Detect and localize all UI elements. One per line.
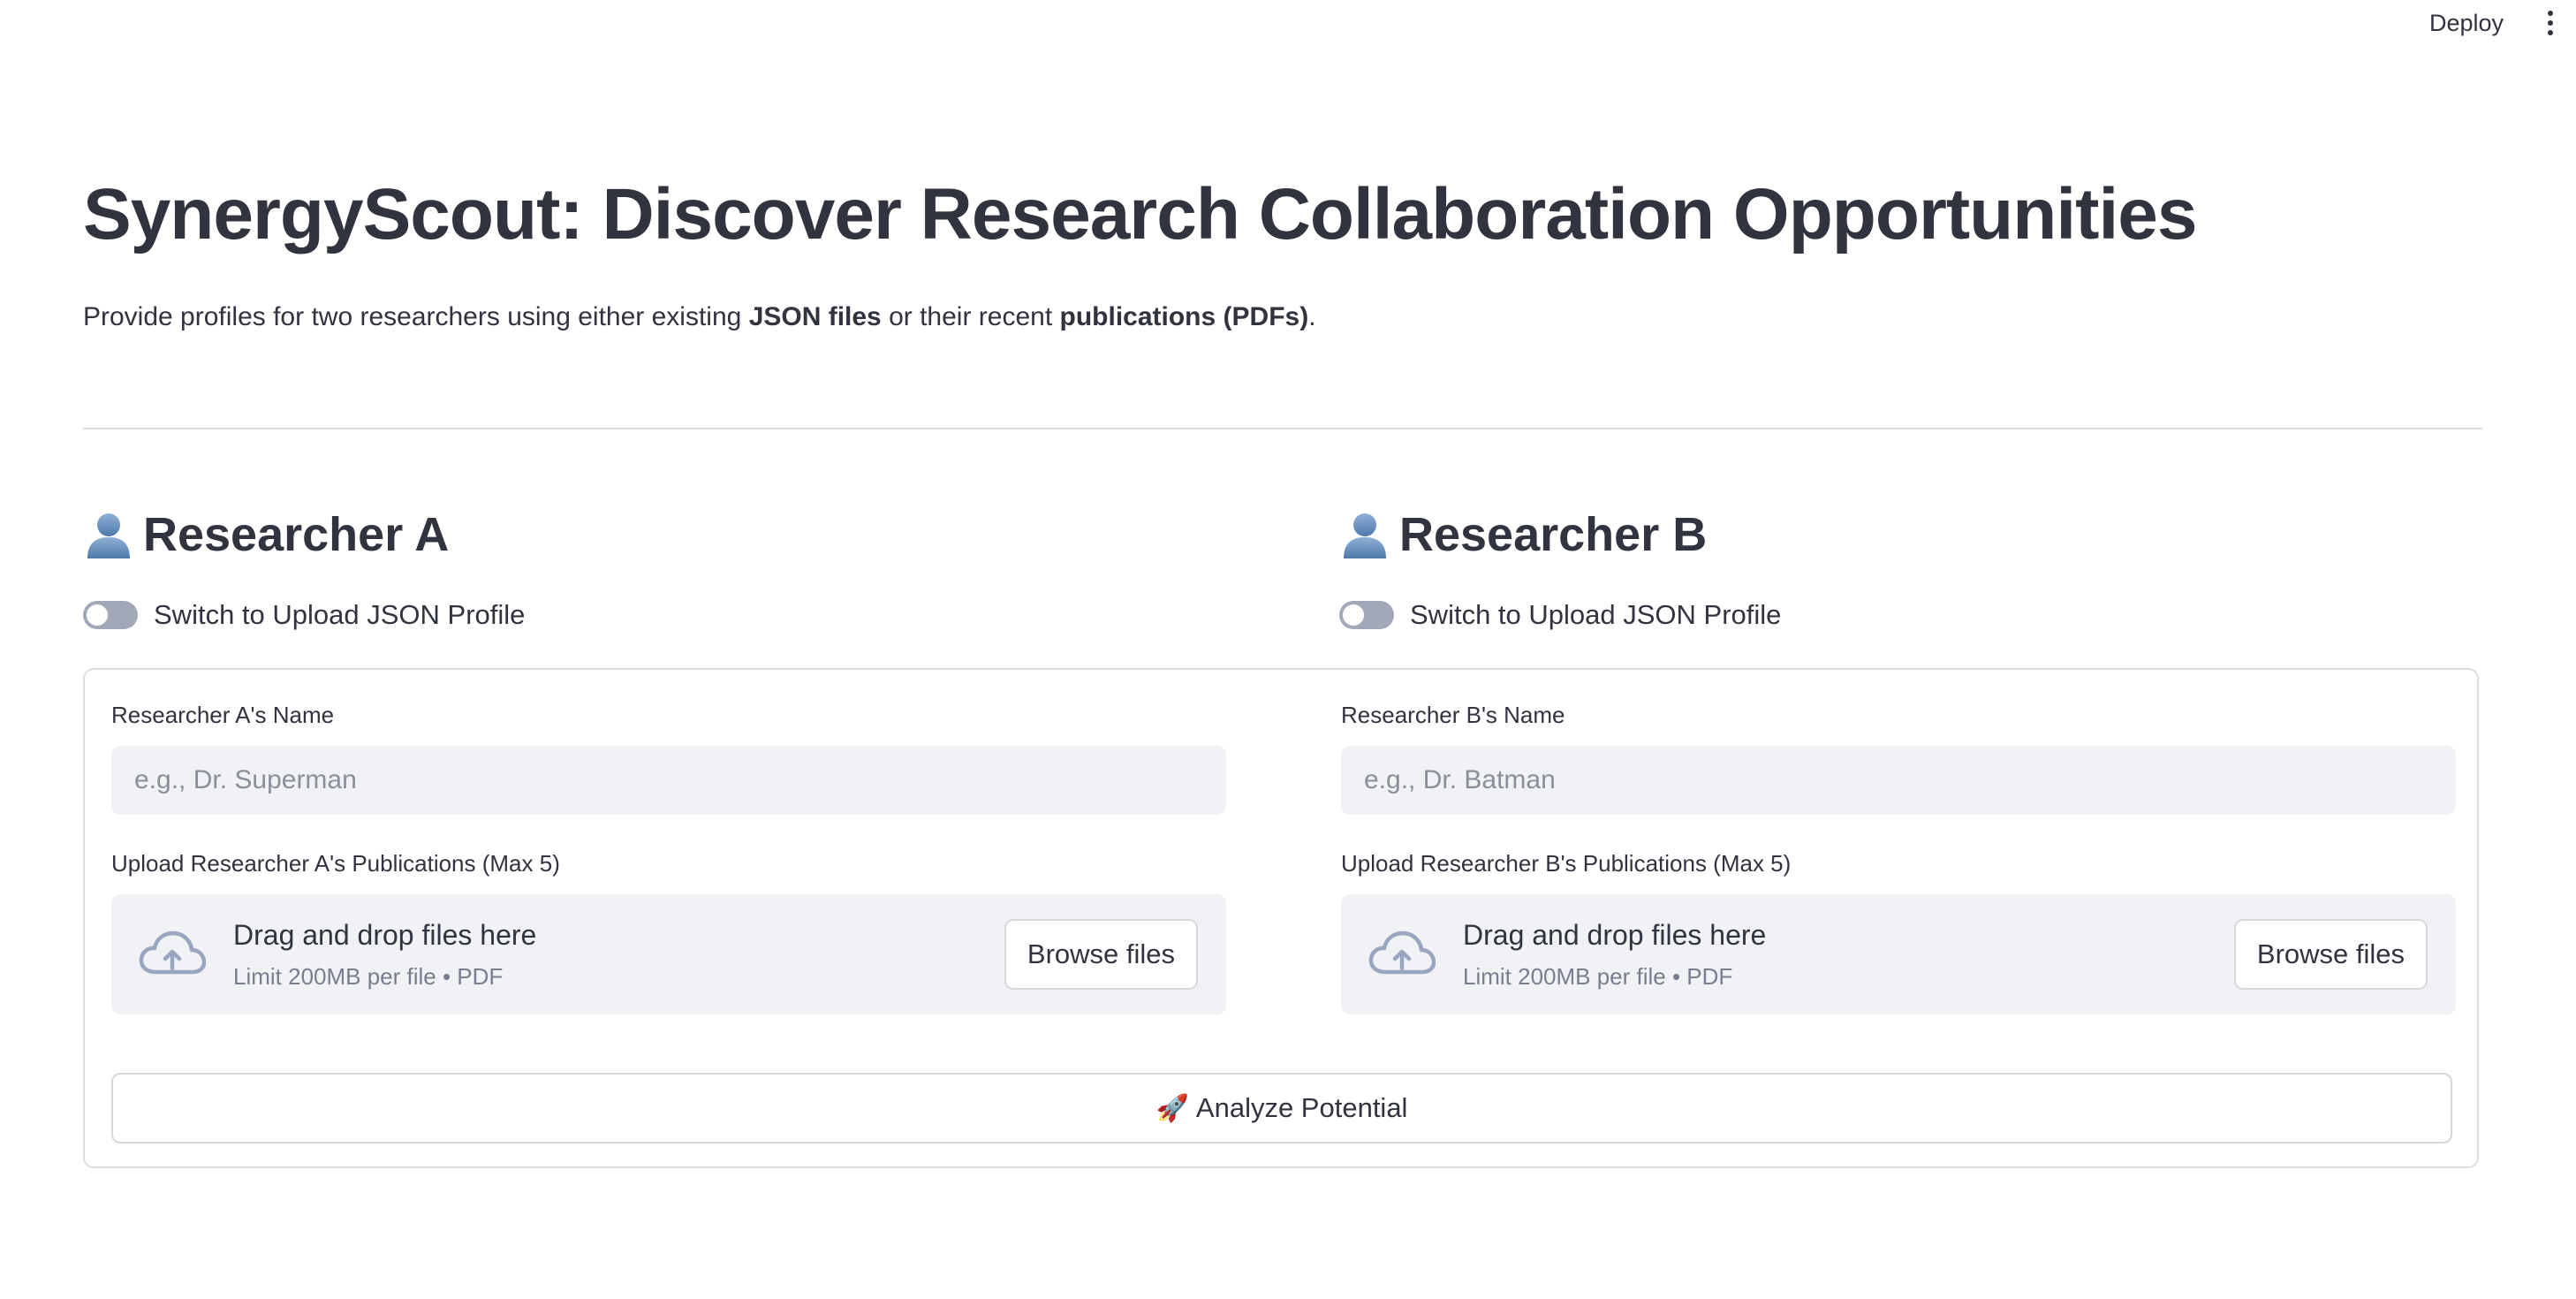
- page-title: SynergyScout: Discover Research Collabor…: [83, 174, 2197, 254]
- person-icon: [87, 513, 130, 558]
- top-toolbar: Deploy: [0, 0, 2576, 46]
- researcher-b-toggle-label: Switch to Upload JSON Profile: [1410, 599, 1782, 630]
- researcher-b-upload-label: Upload Researcher B's Publications (Max …: [1341, 850, 1792, 877]
- dropzone-limit: Limit 200MB per file • PDF: [233, 963, 504, 990]
- analyze-button-label: Analyze Potential: [1195, 1092, 1408, 1123]
- person-icon: [1344, 513, 1386, 558]
- description-text: Provide profiles for two researchers usi…: [83, 302, 749, 331]
- researcher-a-header: Researcher A: [83, 507, 449, 562]
- researcher-b-dropzone[interactable]: Drag and drop files here Limit 200MB per…: [1341, 894, 2456, 1014]
- researcher-b-json-toggle[interactable]: [1339, 601, 1394, 629]
- dropzone-limit: Limit 200MB per file • PDF: [1463, 963, 1733, 990]
- researcher-b-json-toggle-row: Switch to Upload JSON Profile: [1339, 599, 1781, 631]
- analyze-potential-button[interactable]: 🚀 Analyze Potential: [111, 1073, 2452, 1143]
- description-emphasis-json: JSON files: [748, 302, 882, 331]
- deploy-button[interactable]: Deploy: [2424, 9, 2509, 38]
- page-description: Provide profiles for two researchers usi…: [83, 302, 1316, 332]
- more-menu-icon[interactable]: [2544, 7, 2557, 39]
- researcher-a-name-label: Researcher A's Name: [111, 702, 335, 728]
- cloud-upload-icon: [139, 931, 207, 975]
- researcher-a-heading: Researcher A: [143, 508, 450, 561]
- researcher-b-name-input[interactable]: [1341, 746, 2456, 815]
- researcher-b-browse-button[interactable]: Browse files: [2233, 919, 2428, 990]
- divider: [83, 428, 2482, 429]
- researcher-b-name-label: Researcher B's Name: [1341, 702, 1565, 728]
- rocket-icon: 🚀: [1155, 1093, 1189, 1123]
- researcher-a-dropzone[interactable]: Drag and drop files here Limit 200MB per…: [111, 894, 1226, 1014]
- description-text: or their recent: [881, 302, 1060, 331]
- researcher-a-json-toggle[interactable]: [83, 601, 138, 629]
- researcher-a-name-input[interactable]: [111, 746, 1226, 815]
- toggle-knob: [87, 604, 108, 626]
- researcher-a-toggle-label: Switch to Upload JSON Profile: [154, 599, 526, 630]
- description-emphasis-pdfs: publications (PDFs): [1059, 302, 1309, 331]
- researcher-a-upload-label: Upload Researcher A's Publications (Max …: [111, 850, 560, 877]
- researcher-form: Researcher A's Name Upload Researcher A'…: [83, 668, 2479, 1168]
- description-text: .: [1308, 302, 1316, 331]
- researcher-b-heading: Researcher B: [1399, 508, 1708, 561]
- cloud-upload-icon: [1368, 931, 1436, 975]
- researcher-a-json-toggle-row: Switch to Upload JSON Profile: [83, 599, 525, 631]
- toggle-knob: [1343, 604, 1364, 626]
- researcher-b-header: Researcher B: [1339, 507, 1707, 562]
- dropzone-title: Drag and drop files here: [1463, 919, 1767, 951]
- researcher-a-browse-button[interactable]: Browse files: [1004, 919, 1198, 990]
- dropzone-title: Drag and drop files here: [233, 919, 537, 951]
